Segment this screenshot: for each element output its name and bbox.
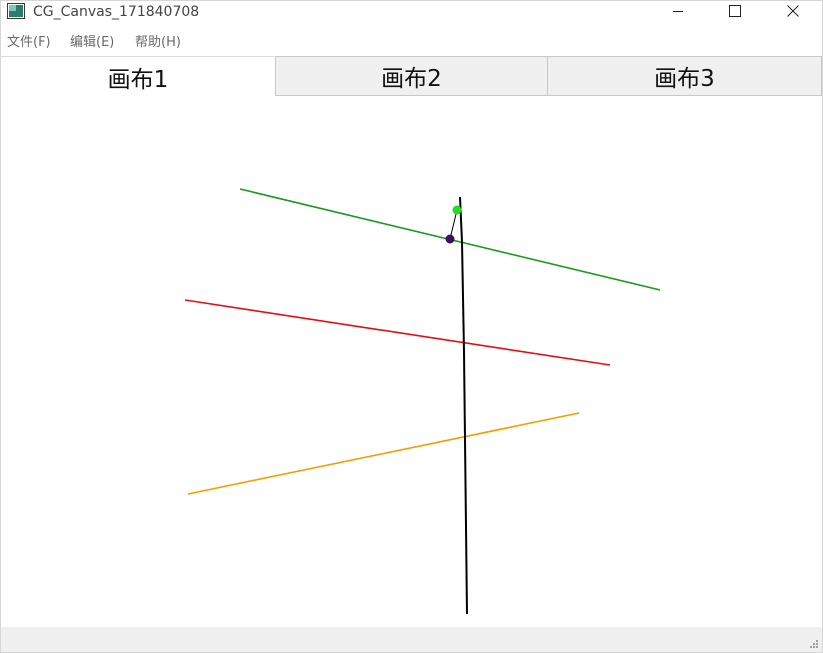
green-control-point[interactable]	[452, 205, 462, 215]
tab-canvas-1[interactable]: 画布1	[1, 56, 276, 96]
tab-bar: 画布1 画布2 画布3	[1, 56, 822, 96]
menu-file[interactable]: 文件(F)	[7, 34, 51, 52]
red-line[interactable]	[184, 299, 611, 366]
menu-bar: 文件(F) 编辑(E) 帮助(H)	[1, 32, 822, 54]
title-bar[interactable]: CG_Canvas_171840708	[1, 1, 822, 23]
drawing-canvas[interactable]	[1, 96, 822, 627]
minimize-icon	[673, 11, 683, 12]
close-icon	[787, 5, 799, 17]
tab-canvas-2[interactable]: 画布2	[276, 56, 548, 96]
orange-line[interactable]	[187, 412, 580, 495]
resize-grip-icon[interactable]	[807, 637, 819, 649]
status-bar	[1, 627, 822, 652]
maximize-icon	[729, 5, 741, 17]
app-window: CG_Canvas_171840708 文件(F) 编辑(E) 帮助(H) 画布…	[0, 0, 823, 653]
close-button[interactable]	[764, 1, 822, 21]
window-title: CG_Canvas_171840708	[33, 4, 200, 20]
purple-control-point[interactable]	[445, 234, 455, 244]
app-window-icon	[7, 3, 25, 19]
menu-help[interactable]: 帮助(H)	[135, 34, 181, 52]
menu-edit[interactable]: 编辑(E)	[70, 34, 114, 52]
canvas-drawing	[184, 188, 661, 615]
minimize-button[interactable]	[649, 1, 707, 21]
maximize-button[interactable]	[706, 1, 764, 21]
tab-canvas-3[interactable]: 画布3	[548, 56, 822, 96]
black-line[interactable]	[459, 196, 468, 615]
